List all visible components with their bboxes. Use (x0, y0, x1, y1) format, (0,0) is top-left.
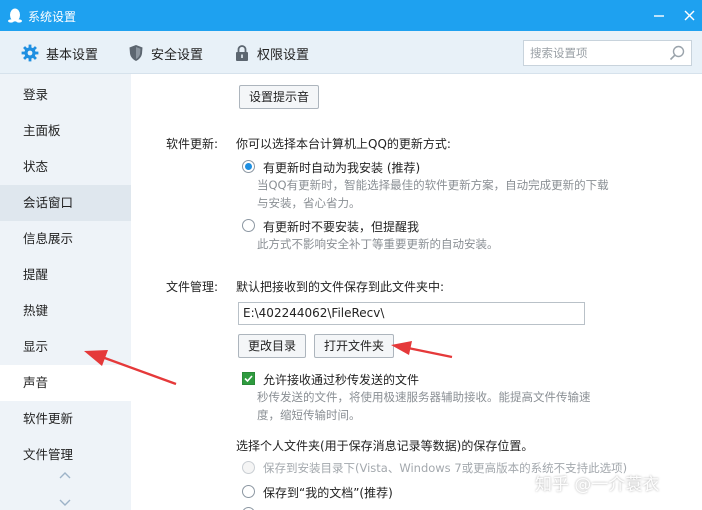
sidebar-item-main-panel[interactable]: 主面板 (0, 113, 131, 149)
sidebar-item-label: 显示 (23, 339, 49, 354)
sidebar-item-label: 提醒 (23, 267, 49, 282)
gear-icon (21, 44, 39, 62)
title-bar: 系统设置 (0, 0, 702, 31)
shield-icon (129, 45, 143, 61)
notify-only-desc: 此方式不影响安全补丁等重要更新的自动安装。 (257, 237, 499, 251)
auto-install-desc-line1: 当QQ有更新时，智能选择最佳的软件更新方案，自动完成更新的下载 (257, 178, 609, 192)
sidebar-item-label: 主面板 (23, 123, 61, 138)
sidebar-item-label: 软件更新 (23, 411, 74, 426)
search-input[interactable] (530, 44, 664, 62)
tab-basic-settings[interactable]: 基本设置 (21, 43, 98, 63)
close-icon (684, 10, 694, 20)
notify-only-radio[interactable] (242, 219, 255, 232)
change-directory-button[interactable]: 更改目录 (238, 334, 307, 358)
qq-penguin-icon (7, 7, 23, 24)
settings-sidebar: 登录 主面板 状态 会话窗口 信息展示 提醒 热键 显示 声音 软件更新 文件管… (0, 74, 131, 510)
personal-folder-intro-text: 选择个人文件夹(用于保存消息记录等数据)的保存位置。 (236, 439, 534, 453)
tab-permission-settings[interactable]: 权限设置 (234, 43, 309, 63)
sidebar-item-sound[interactable]: 声音 (0, 365, 131, 401)
sidebar-item-reminder[interactable]: 提醒 (0, 257, 131, 293)
chevron-down-icon[interactable] (59, 496, 71, 510)
search-box[interactable] (523, 40, 692, 66)
flash-send-desc-line1: 秒传发送的文件，将使用极速服务器辅助接收。能提高文件传输速 (257, 390, 591, 404)
update-intro-text: 你可以选择本台计算机上QQ的更新方式: (236, 137, 451, 151)
receive-folder-path-field[interactable]: E:\402244062\FileRecv\ (238, 302, 585, 325)
minimize-button[interactable] (647, 4, 671, 26)
sidebar-item-label: 声音 (23, 375, 49, 390)
sidebar-item-info-display[interactable]: 信息展示 (0, 221, 131, 257)
window-title: 系统设置 (28, 10, 77, 24)
settings-tab-bar: 基本设置 安全设置 权限设置 (0, 31, 702, 74)
allow-flash-send-checkbox[interactable] (242, 372, 255, 385)
sidebar-item-login[interactable]: 登录 (0, 77, 131, 113)
save-to-my-documents-label[interactable]: 保存到“我的文档”(推荐) (263, 484, 393, 501)
checkmark-icon (244, 375, 253, 383)
allow-flash-send-label[interactable]: 允许接收通过秒传发送的文件 (263, 371, 419, 388)
file-folder-intro-text: 默认把接收到的文件保存到此文件夹中: (236, 280, 445, 294)
lock-icon (236, 45, 248, 61)
open-folder-button[interactable]: 打开文件夹 (314, 334, 395, 358)
sidebar-item-label: 信息展示 (23, 231, 74, 246)
save-to-install-dir-radio (242, 461, 255, 474)
sidebar-item-software-update[interactable]: 软件更新 (0, 401, 131, 437)
software-update-label: 软件更新: (166, 137, 219, 151)
sidebar-item-status[interactable]: 状态 (0, 149, 131, 185)
sidebar-item-label: 热键 (23, 303, 49, 318)
tab-security-settings[interactable]: 安全设置 (128, 43, 203, 63)
auto-install-option-label[interactable]: 有更新时自动为我安装 (推荐) (263, 159, 420, 176)
chevron-up-icon[interactable] (59, 468, 71, 482)
tab-label: 基本设置 (46, 47, 99, 63)
sidebar-item-label: 文件管理 (23, 447, 74, 462)
set-notification-sound-button[interactable]: 设置提示音 (239, 85, 320, 109)
auto-install-desc-line2: 与安装，省心省力。 (257, 196, 361, 210)
flash-send-desc-line2: 度，缩短传输时间。 (257, 408, 361, 422)
zhihu-watermark: 知乎 @一介蓑衣 (535, 475, 660, 495)
auto-install-radio[interactable] (242, 160, 255, 173)
tab-label: 权限设置 (257, 47, 310, 63)
sidebar-item-label: 状态 (23, 159, 49, 174)
sidebar-item-label: 登录 (23, 87, 49, 102)
close-button[interactable] (677, 4, 701, 26)
tab-label: 安全设置 (151, 47, 204, 63)
sidebar-item-chat-window[interactable]: 会话窗口 (0, 185, 131, 221)
minimize-icon (654, 15, 664, 17)
sidebar-item-display[interactable]: 显示 (0, 329, 131, 365)
notify-only-option-label[interactable]: 有更新时不要安装，但提醒我 (263, 218, 419, 235)
save-to-my-documents-radio[interactable] (242, 485, 255, 498)
sidebar-item-label: 会话窗口 (23, 195, 74, 210)
settings-content: 设置提示音 软件更新: 你可以选择本台计算机上QQ的更新方式: 有更新时自动为我… (131, 74, 702, 510)
file-management-label: 文件管理: (166, 280, 219, 294)
sidebar-item-hotkeys[interactable]: 热键 (0, 293, 131, 329)
search-icon[interactable] (669, 45, 685, 64)
